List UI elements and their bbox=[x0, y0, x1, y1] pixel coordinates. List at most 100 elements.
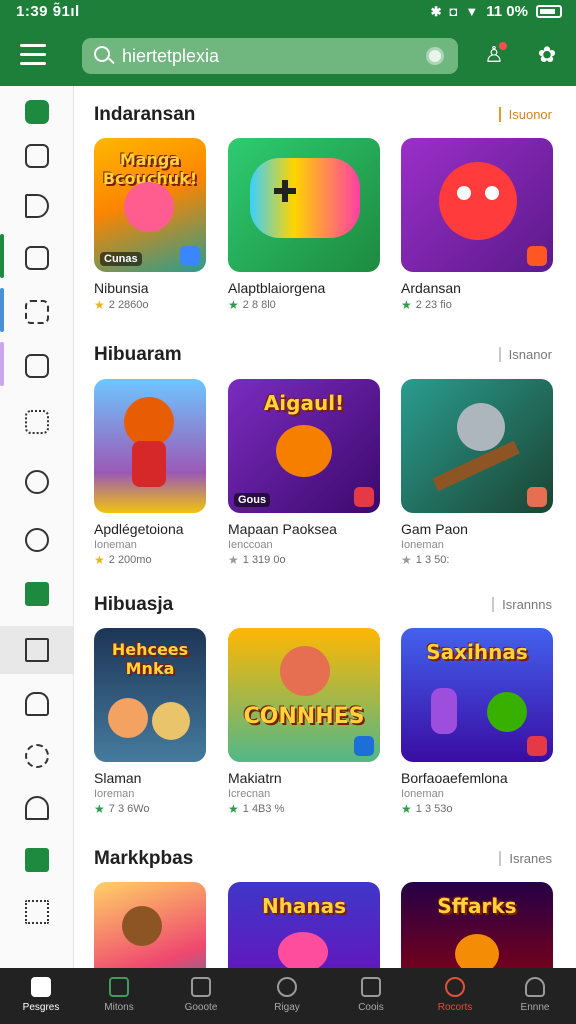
star-icon: ★ bbox=[228, 553, 239, 567]
app-rating: ★ 1 4B3 % bbox=[228, 802, 285, 816]
app-name: Gam Paon bbox=[401, 521, 468, 537]
nav-item-home[interactable]: Pesgres bbox=[0, 968, 82, 1024]
battery-percent: 11 0% bbox=[486, 3, 528, 20]
nav-item-compass[interactable]: Rigay bbox=[246, 968, 328, 1024]
card-icon bbox=[25, 848, 49, 872]
app-name: Alaptblaiorgena bbox=[228, 280, 326, 296]
section-title: Hibuaram bbox=[94, 344, 182, 365]
app-card[interactable]: Hehcees Mnka Slaman Ioreman ★ 7 3 6Wo bbox=[94, 628, 246, 816]
rail-item-4[interactable] bbox=[0, 234, 74, 282]
nav-item-rewards[interactable]: Rocorts bbox=[414, 968, 496, 1024]
app-thumbnail: Aigaul! Gous bbox=[228, 379, 380, 513]
app-rating: ★ 7 3 6Wo bbox=[94, 802, 150, 816]
house-outline-icon bbox=[25, 796, 49, 820]
play-icon bbox=[527, 736, 547, 756]
app-thumbnail bbox=[94, 882, 206, 968]
emoji-icon bbox=[25, 470, 49, 494]
rail-item-10[interactable] bbox=[0, 570, 74, 618]
see-more-link[interactable]: Isuonor bbox=[498, 107, 552, 122]
document-icon bbox=[25, 144, 49, 168]
app-developer: Ioneman bbox=[94, 539, 137, 551]
app-thumbnail: Sffarks bbox=[401, 882, 553, 968]
app-name: Slaman bbox=[94, 770, 142, 786]
app-card[interactable]: Gam Paon Ioneman ★ 1 3 50: bbox=[401, 379, 553, 567]
app-thumbnail: Saxihnas bbox=[401, 628, 553, 762]
app-card[interactable] bbox=[94, 882, 246, 968]
app-card[interactable]: Manga Bcouchuk! Cunas Nibunsia ★ 2 2860o bbox=[94, 138, 246, 312]
clock-icon bbox=[25, 528, 49, 552]
rail-item-8[interactable] bbox=[0, 458, 74, 506]
rail-item-14[interactable] bbox=[0, 784, 74, 832]
table-icon bbox=[25, 582, 49, 606]
nav-item-profile[interactable]: Ennne bbox=[494, 968, 576, 1024]
settings-button[interactable]: ✿ bbox=[533, 41, 561, 69]
app-bar: 1:39 9̃1ıl ✱ ◘ ▼ 11 0% hiertetplexia ♙ ✿ bbox=[0, 0, 576, 86]
app-card[interactable]: Aigaul! Gous Mapaan Paoksea Ienccoan ★ 1 … bbox=[228, 379, 380, 567]
app-thumbnail: CONNHES bbox=[228, 628, 380, 762]
rail-item-13[interactable] bbox=[0, 732, 74, 780]
star-icon: ★ bbox=[94, 553, 105, 567]
bluetooth-icon: ✱ bbox=[430, 3, 442, 19]
see-more-link[interactable]: Isnanor bbox=[498, 347, 552, 362]
search-bar[interactable]: hiertetplexia bbox=[82, 38, 458, 74]
rail-item-3[interactable] bbox=[0, 182, 74, 230]
app-rating: ★ 1 3 53o bbox=[401, 802, 453, 816]
settings-icon: ✿ bbox=[537, 42, 557, 67]
see-more-link[interactable]: Isrannns bbox=[492, 597, 552, 612]
app-thumbnail bbox=[401, 138, 553, 272]
status-bar: 1:39 9̃1ıl ✱ ◘ ▼ 11 0% bbox=[0, 0, 576, 24]
rail-item-9[interactable] bbox=[0, 516, 74, 564]
see-more-link[interactable]: Isranes bbox=[499, 851, 552, 866]
nav-item-calendar[interactable]: Gooote bbox=[160, 968, 242, 1024]
app-name: Borfaoaefemlona bbox=[401, 770, 508, 786]
star-icon: ★ bbox=[228, 298, 239, 312]
app-card[interactable]: Sffarks bbox=[401, 882, 553, 968]
app-card[interactable]: CONNHES Makiatrn Icrecnan ★ 1 4B3 % bbox=[228, 628, 380, 816]
rail-item-6[interactable] bbox=[0, 342, 74, 390]
star-icon: ★ bbox=[401, 802, 412, 816]
app-rating: ★ 2 23 fio bbox=[401, 298, 452, 312]
status-time: 1:39 9̃1ıl bbox=[16, 3, 80, 20]
app-developer: Ioreman bbox=[94, 788, 135, 800]
refresh-icon bbox=[25, 744, 49, 768]
app-card[interactable]: Apdlégetoiona Ioneman ★ 2 200mo bbox=[94, 379, 246, 567]
bottom-navigation: Pesgres Mitons Gooote Rigay Coois Rocort… bbox=[0, 968, 576, 1024]
play-icon bbox=[527, 246, 547, 266]
game-controller-icon bbox=[354, 736, 374, 756]
app-card[interactable]: Ardansan ★ 2 23 fio bbox=[401, 138, 553, 312]
star-icon: ★ bbox=[401, 298, 412, 312]
wifi-icon: ▼ bbox=[465, 4, 479, 19]
app-developer: Ioneman bbox=[401, 788, 444, 800]
folder-plus-icon bbox=[25, 100, 49, 124]
menu-button[interactable] bbox=[20, 44, 46, 66]
app-thumbnail: Nhanas bbox=[228, 882, 380, 968]
home-icon bbox=[31, 977, 51, 997]
star-icon: ★ bbox=[228, 802, 239, 816]
profile-icon bbox=[525, 977, 545, 997]
nav-item-apps[interactable]: Mitons bbox=[78, 968, 160, 1024]
rail-item-5[interactable] bbox=[0, 288, 74, 336]
rail-item-15[interactable] bbox=[0, 836, 74, 884]
app-card[interactable]: Nhanas bbox=[228, 882, 380, 968]
rail-item-2[interactable] bbox=[0, 132, 74, 180]
app-thumbnail bbox=[401, 379, 553, 513]
rail-item-16[interactable] bbox=[0, 888, 74, 936]
compass-icon bbox=[277, 977, 297, 997]
rail-item-12[interactable] bbox=[0, 680, 74, 728]
equalizer-icon bbox=[25, 638, 49, 662]
nav-item-chart[interactable]: Coois bbox=[330, 968, 412, 1024]
rail-item-7[interactable] bbox=[0, 398, 74, 446]
rail-item-11[interactable] bbox=[0, 626, 74, 674]
app-card[interactable]: Saxihnas Borfaoaefemlona Ioneman ★ 1 3 53… bbox=[401, 628, 553, 816]
calendar-icon bbox=[191, 977, 211, 997]
account-button[interactable]: ♙ bbox=[480, 41, 508, 69]
app-developer: Ioneman bbox=[401, 539, 444, 551]
section-title: Markkpbas bbox=[94, 848, 194, 869]
lens-icon[interactable] bbox=[426, 47, 444, 65]
app-card[interactable]: Alaptblaiorgena ★ 2 8 8l0 bbox=[228, 138, 380, 312]
app-thumbnail bbox=[228, 138, 380, 272]
search-input[interactable]: hiertetplexia bbox=[122, 46, 219, 67]
share-icon bbox=[25, 900, 49, 924]
rail-item-1[interactable] bbox=[0, 88, 74, 136]
star-icon: ★ bbox=[94, 298, 105, 312]
